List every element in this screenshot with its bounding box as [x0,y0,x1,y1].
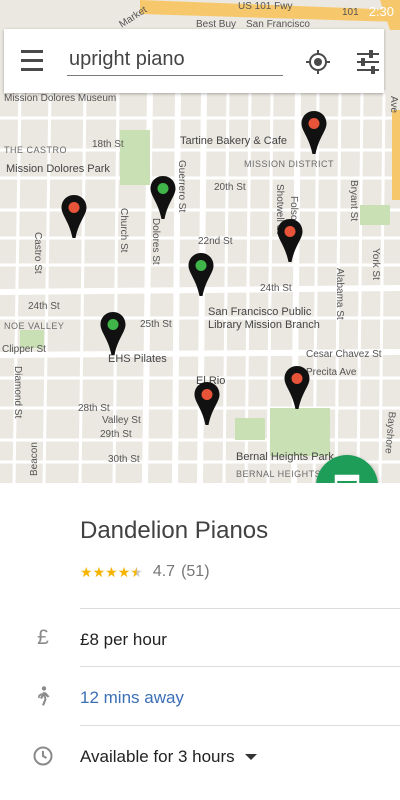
map-label-dolores-park: Mission Dolores Park [6,163,110,175]
map-label-church: Church St [118,208,129,253]
map-label-ave: Ave [388,96,399,114]
star-icon: ★ [92,564,106,580]
map-label-24th-st-east: 24th St [260,283,292,294]
map-pin-1[interactable] [300,110,328,156]
map-label-clipper: Clipper St [2,344,46,355]
divider [80,725,400,726]
map-label-noe-valley: NOE VALLEY [4,321,65,331]
menu-button[interactable] [18,47,46,75]
map-label-cesar-chavez: Cesar Chavez St [306,349,382,360]
availability-dropdown[interactable]: Available for 3 hours [80,747,257,767]
map-label-castro-st: Castro St [32,232,43,274]
map-pin-6[interactable] [99,311,127,357]
star-icon: ★ [80,564,93,580]
map-label-york: York St [370,248,381,280]
map-pin-3[interactable] [60,194,88,240]
status-bar-time: 2:30 [368,4,394,19]
review-count: (51) [181,563,210,580]
map-label-hwy-101: 101 [342,7,359,18]
map-pin-7[interactable] [283,365,311,411]
map-label-18th-st: 18th St [92,139,124,150]
map-label-mission-district: MISSION DISTRICT [244,159,335,169]
map-pin-icon [150,176,176,219]
map-pin-icon [100,312,126,355]
map-label-library: San Francisco Public Library Mission Bra… [208,306,320,331]
map-pin-icon [284,366,310,409]
map-pin-2[interactable] [149,175,177,221]
map-label-22nd-st: 22nd St [198,236,233,247]
map-label-guerrero: Guerrero St [176,160,187,213]
locate-button[interactable] [304,48,332,76]
price-text: £8 per hour [80,630,167,649]
map-label-tartine: Tartine Bakery & Cafe [180,135,287,147]
search-input[interactable] [67,45,283,76]
map-label-alabama: Alabama St [334,268,345,320]
map-pin-icon [277,219,303,262]
map-label-precita: Precita Ave [306,367,357,378]
map-label-dolores: Dolores St [150,218,161,265]
map-pin-8[interactable] [193,381,221,427]
clock-icon [32,745,54,767]
map-label-30th-st: 30th St [108,454,140,465]
place-name: Dandelion Pianos [80,517,269,544]
pound-sterling-icon: £ [37,626,49,649]
rating-value: 4.7 [152,563,176,580]
map-pin-icon [61,195,87,238]
star-icon: ★ [117,564,131,580]
place-detail-sheet: Dandelion Pianos ★ ★ ★ ★ ★ 4.7 (51) £ £8… [0,483,400,800]
hamburger-menu-icon-bar [21,68,43,71]
map-label-28th-st: 28th St [78,403,110,414]
rating-row: ★ ★ ★ ★ ★ 4.7 (51) [80,563,210,581]
map-label-bryant: Bryant St [348,180,359,222]
map-label-bernal: BERNAL HEIGHTS [236,469,322,479]
map-label-20th-st: 20th St [214,182,246,193]
map-label-museum: Mission Dolores Museum [4,93,117,104]
hamburger-menu-icon [21,50,43,53]
map-pin-icon [301,111,327,154]
hamburger-menu-icon-bar [21,59,43,62]
map-pin-4[interactable] [276,218,304,264]
divider [80,666,400,667]
walking-person-icon [32,685,54,707]
map-pin-icon [188,253,214,296]
map-label-freeway: US 101 Fwy [238,1,293,12]
map-label-castro: THE CASTRO [4,145,68,155]
map-pin-5[interactable] [187,252,215,298]
star-half-icon: ★ [130,564,143,580]
map-label-beacon: Beacon [29,442,40,476]
divider [80,608,400,609]
map-label-diamond: Diamond St [12,366,23,419]
walking-distance-link[interactable]: 12 mins away [80,688,184,708]
star-icon: ★ [105,564,118,580]
map-label-valley-st: Valley St [102,415,141,426]
tune-filter-icon [357,50,379,74]
dropdown-arrow-icon [244,754,257,760]
map-label-24th-st-west: 24th St [28,301,60,312]
availability-text: Available for 3 hours [80,747,235,766]
map-pin-icon [194,382,220,425]
map-label-25th-st: 25th St [140,319,172,330]
gps-locate-icon [306,50,330,74]
map-label-29th-st: 29th St [100,429,132,440]
filter-button[interactable] [354,48,382,76]
search-bar [4,29,384,93]
